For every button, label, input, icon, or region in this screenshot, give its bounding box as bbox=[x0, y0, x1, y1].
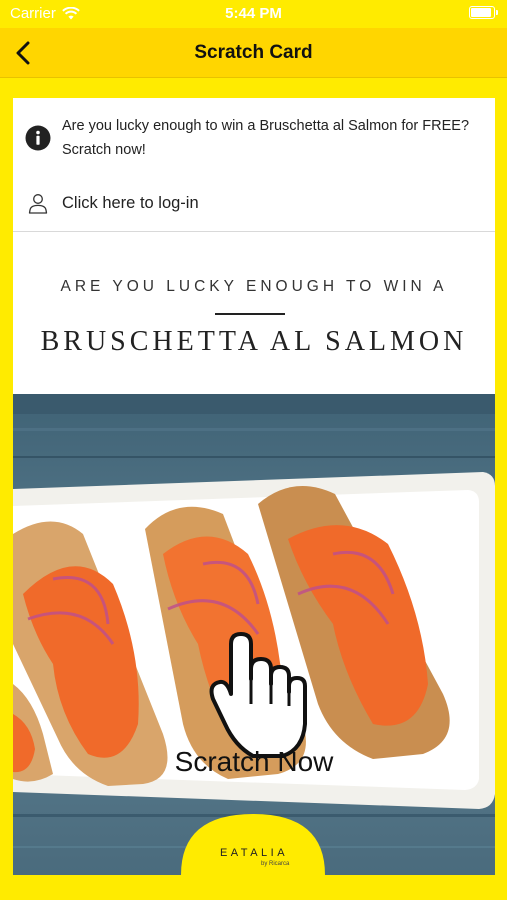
page-title: Scratch Card bbox=[194, 42, 313, 63]
battery-icon bbox=[469, 6, 498, 19]
nav-bar: Scratch Card bbox=[0, 28, 507, 78]
info-banner: Are you lucky enough to win a Bruschetta… bbox=[13, 98, 495, 178]
promo-divider bbox=[215, 313, 285, 315]
info-text: Are you lucky enough to win a Bruschetta… bbox=[62, 118, 470, 158]
user-icon bbox=[28, 194, 48, 214]
login-label: Click here to log-in bbox=[62, 194, 199, 212]
info-icon bbox=[25, 125, 51, 151]
promo-header: ARE YOU LUCKY ENOUGH TO WIN A BRUSCHETTA… bbox=[13, 233, 495, 393]
promo-dish-name: BRUSCHETTA AL SALMON bbox=[40, 326, 468, 357]
eatalia-logo-text: EATALIA bbox=[219, 847, 289, 859]
scratch-card-panel: Are you lucky enough to win a Bruschetta… bbox=[13, 98, 495, 875]
login-link[interactable]: Click here to log-in bbox=[13, 188, 495, 232]
status-time: 5:44 PM bbox=[225, 5, 282, 22]
scratch-area[interactable]: Scratch Now EATALIA by Ricarca bbox=[13, 394, 495, 875]
food-image bbox=[13, 394, 495, 875]
promo-tagline: ARE YOU LUCKY ENOUGH TO WIN A bbox=[60, 278, 448, 295]
scratch-now-label: Scratch Now bbox=[174, 746, 334, 777]
status-bar: Carrier 5:44 PM bbox=[0, 0, 507, 28]
eatalia-logo-sub: by Ricarca bbox=[261, 861, 290, 867]
